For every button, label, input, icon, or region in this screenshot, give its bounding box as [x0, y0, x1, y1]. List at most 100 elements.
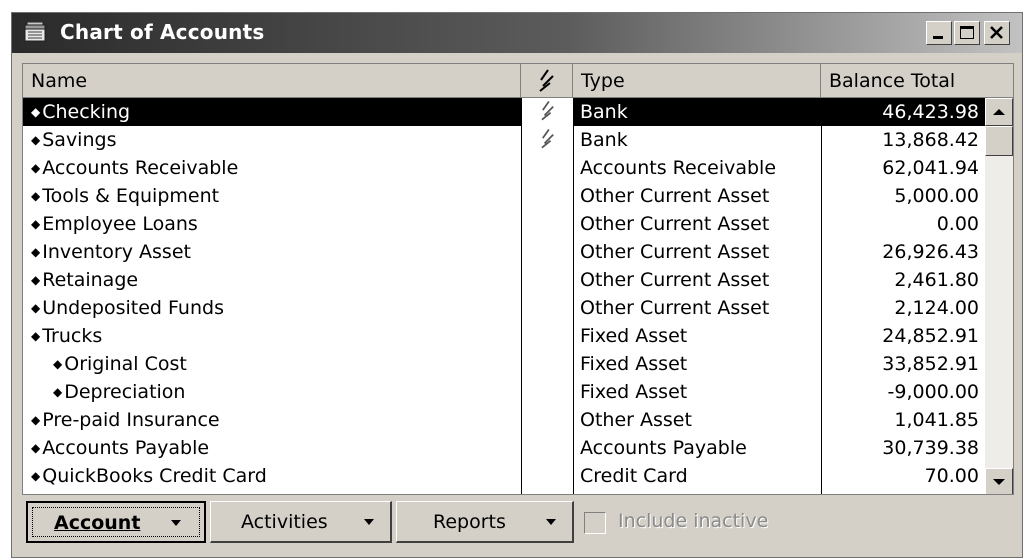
account-type: Credit Card	[580, 465, 688, 487]
account-row[interactable]: ◆ Pre-paid Insurance Other Asset 1,041.85	[23, 406, 985, 434]
account-balance: 2,461.80	[894, 269, 979, 291]
account-name-cell: ◆ Trucks	[23, 322, 521, 350]
reconcile-check-cell	[522, 154, 573, 182]
account-type: Fixed Asset	[580, 381, 688, 403]
maximize-icon	[960, 26, 974, 39]
account-row[interactable]: ◆ Undeposited Funds Other Current Asset 2,1…	[23, 294, 985, 322]
account-type: Bank	[580, 129, 628, 151]
account-name-cell: ◆ Accounts Receivable	[23, 154, 521, 182]
account-row[interactable]: ◆ Tools & Equipment Other Current Asset 5,0…	[23, 182, 985, 210]
account-diamond-icon[interactable]: ◆	[31, 434, 40, 462]
account-balance: 46,423.98	[822, 98, 985, 126]
account-name-cell: ◆ Undeposited Funds	[23, 294, 521, 322]
account-name: Inventory Asset	[42, 241, 191, 263]
title-bar[interactable]: Chart of Accounts	[12, 13, 1022, 53]
account-diamond-icon[interactable]: ◆	[31, 238, 40, 266]
account-balance: 33,852.91	[882, 353, 979, 375]
account-diamond-icon[interactable]: ◆	[31, 182, 40, 210]
account-row[interactable]: ◆ Checking Bank 46,423.98	[23, 98, 985, 126]
account-row[interactable]: ◆ Accounts Receivable Accounts Receivable 6…	[23, 154, 985, 182]
account-balance: 2,124.00	[894, 297, 979, 319]
account-diamond-icon[interactable]: ◆	[31, 406, 40, 434]
account-row[interactable]: ◆ Savings Bank 13,868.42	[23, 126, 985, 154]
vertical-scrollbar[interactable]	[985, 98, 1013, 494]
account-diamond-icon[interactable]: ◆	[31, 210, 40, 238]
account-name-cell: ◆ Inventory Asset	[23, 238, 521, 266]
account-type: Other Current Asset	[580, 213, 770, 235]
reconcile-check-cell	[522, 378, 573, 406]
activities-button-label: Activities	[241, 511, 328, 533]
account-balance: 24,852.91	[882, 325, 979, 347]
activities-menu-button[interactable]: Activities	[210, 501, 392, 543]
close-button[interactable]	[984, 21, 1010, 45]
account-diamond-icon[interactable]: ◆	[53, 378, 62, 406]
account-row[interactable]: ◆ Original Cost Fixed Asset 33,852.91	[23, 350, 985, 378]
checkbox-box[interactable]	[584, 512, 606, 534]
account-diamond-icon[interactable]: ◆	[31, 126, 40, 154]
account-type: Other Asset	[580, 409, 692, 431]
account-diamond-icon[interactable]: ◆	[31, 294, 40, 322]
reconcile-check-cell	[522, 98, 573, 126]
account-diamond-icon[interactable]: ◆	[31, 98, 40, 126]
account-diamond-icon[interactable]: ◆	[31, 322, 40, 350]
column-header-type[interactable]: Type	[573, 64, 821, 98]
account-balance: 62,041.94	[882, 157, 979, 179]
account-name-cell: ◆ Original Cost	[23, 350, 521, 378]
account-diamond-icon[interactable]: ◆	[31, 266, 40, 294]
account-menu-button[interactable]: Account	[26, 501, 206, 543]
account-row[interactable]: ◆ Depreciation Fixed Asset -9,000.00	[23, 378, 985, 406]
reconcile-check-cell	[522, 182, 573, 210]
reconciled-check-icon	[540, 128, 554, 149]
account-diamond-icon[interactable]: ◆	[53, 350, 62, 378]
column-header-name[interactable]: Name	[23, 64, 521, 98]
reconcile-check-cell	[522, 350, 573, 378]
account-type: Other Current Asset	[580, 241, 770, 263]
chart-of-accounts-icon	[24, 21, 46, 42]
reports-button-label: Reports	[433, 511, 506, 533]
reconcile-check-cell	[522, 266, 573, 294]
account-balance: 1,041.85	[894, 409, 979, 431]
reports-menu-button[interactable]: Reports	[396, 501, 574, 543]
account-type: Accounts Receivable	[580, 157, 777, 179]
account-name: Accounts Payable	[42, 437, 210, 459]
account-name: Checking	[42, 101, 131, 123]
account-name: Depreciation	[64, 381, 186, 403]
account-row[interactable]: ◆ QuickBooks Credit Card Credit Card 70.00	[23, 462, 985, 490]
reconcile-check-cell	[522, 238, 573, 266]
maximize-button[interactable]	[954, 21, 980, 45]
account-balance: 0.00	[936, 213, 979, 235]
dropdown-arrow-icon	[546, 519, 556, 525]
account-row[interactable]: ◆ Employee Loans Other Current Asset 0.00	[23, 210, 985, 238]
account-diamond-icon[interactable]: ◆	[31, 154, 40, 182]
account-name: Accounts Receivable	[42, 157, 239, 179]
reconcile-check-cell	[522, 126, 573, 154]
column-header-balance[interactable]: Balance Total	[821, 64, 1013, 98]
accounts-list: Name Type Balance Total ◆ Checking Bank 46,…	[22, 63, 1014, 495]
account-balance: -9,000.00	[887, 381, 979, 403]
account-row[interactable]: ◆ Accounts Payable Accounts Payable 30,739.…	[23, 434, 985, 462]
scroll-up-button[interactable]	[985, 98, 1013, 126]
minimize-button[interactable]	[926, 21, 952, 45]
minimize-icon	[933, 36, 943, 39]
column-header-reconcile[interactable]	[521, 64, 573, 98]
arrow-down-icon	[993, 479, 1005, 485]
account-type: Other Current Asset	[580, 297, 770, 319]
account-row[interactable]: ◆ Trucks Fixed Asset 24,852.91	[23, 322, 985, 350]
account-balance: 30,739.38	[882, 437, 979, 459]
account-type: Fixed Asset	[580, 325, 688, 347]
reconcile-check-cell	[522, 406, 573, 434]
account-name: QuickBooks Credit Card	[42, 465, 267, 487]
account-name: Employee Loans	[42, 213, 198, 235]
account-name: Savings	[42, 129, 117, 151]
scroll-down-button[interactable]	[985, 468, 1013, 494]
reconcile-check-cell	[522, 434, 573, 462]
account-type: Other Current Asset	[580, 185, 770, 207]
scroll-thumb[interactable]	[985, 126, 1013, 156]
account-name: Retainage	[42, 269, 139, 291]
account-row[interactable]: ◆ Retainage Other Current Asset 2,461.80	[23, 266, 985, 294]
account-row[interactable]: ◆ Inventory Asset Other Current Asset 26,92…	[23, 238, 985, 266]
chart-of-accounts-window: Chart of Accounts Name Type Balance Tota…	[11, 12, 1023, 558]
account-balance: 70.00	[924, 465, 979, 487]
account-diamond-icon[interactable]: ◆	[31, 462, 40, 490]
window-title: Chart of Accounts	[60, 20, 265, 44]
